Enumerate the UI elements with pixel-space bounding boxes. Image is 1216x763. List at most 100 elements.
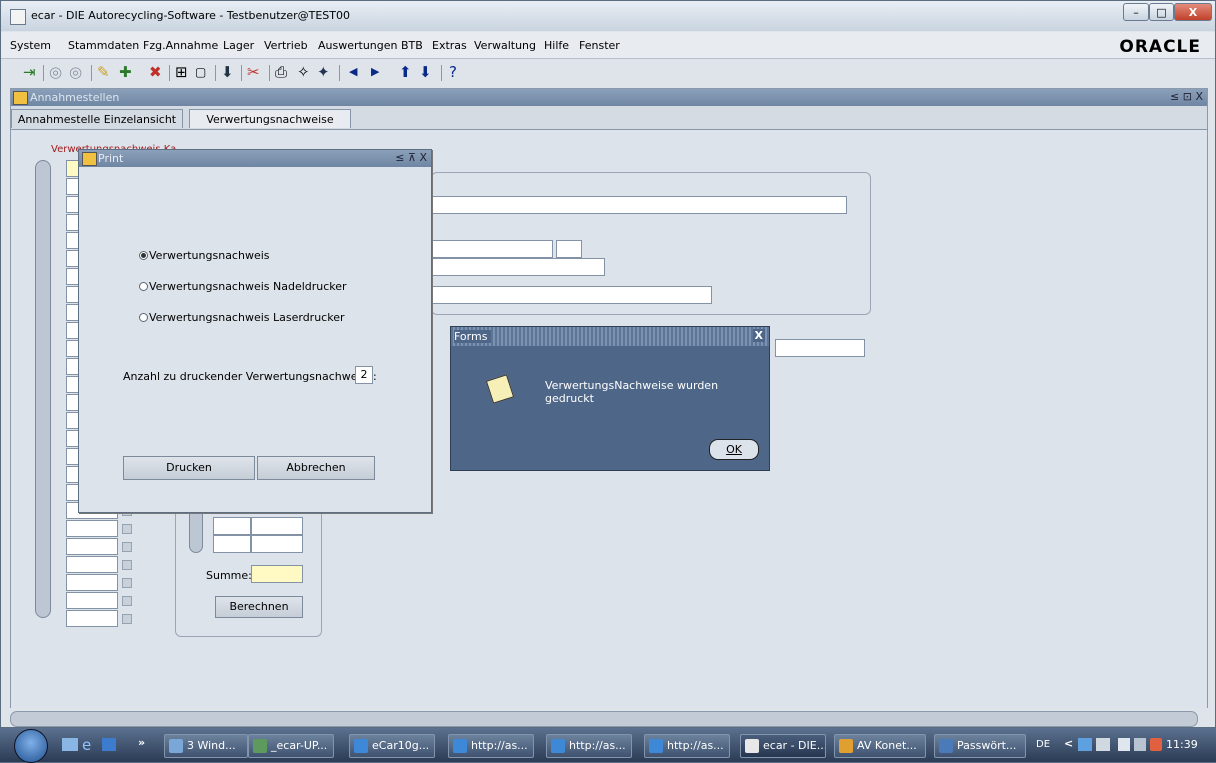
taskbar-ecar10g[interactable]: eCar10g... [349, 734, 435, 758]
language-indicator[interactable]: DE [1036, 739, 1050, 750]
forms-title-bar[interactable]: Forms X [451, 327, 769, 346]
down-icon[interactable]: ⬇ [419, 63, 432, 81]
maximize-button[interactable]: □ [1149, 3, 1174, 21]
taskbar-av-konet[interactable]: AV Konet... [834, 734, 926, 758]
radio-verwertungsnachweis[interactable] [139, 251, 148, 260]
grid-row-checkbox[interactable] [122, 596, 132, 606]
block-icon[interactable]: ▢ [195, 63, 206, 81]
menu-system[interactable]: System [10, 39, 51, 52]
grid-row-field[interactable] [66, 592, 118, 609]
forms-close-icon[interactable]: X [752, 329, 765, 342]
menu-fzg-annahme[interactable]: Fzg.Annahme [143, 39, 218, 52]
grid-row-field[interactable] [66, 610, 118, 627]
print-title-bar[interactable]: Print ≤ ⊼ X [79, 150, 431, 167]
grid-row-checkbox[interactable] [122, 560, 132, 570]
horizontal-scrollbar[interactable] [10, 711, 1198, 727]
abbrechen-button[interactable]: Abbrechen [257, 456, 375, 480]
volume-icon[interactable] [1150, 738, 1162, 751]
quicklaunch-chevron[interactable]: » [138, 736, 145, 749]
circle-forward-icon[interactable]: ◎ [69, 63, 82, 81]
summe-row-2-a[interactable] [213, 535, 251, 553]
child-window-controls[interactable]: ≤ ⊡ X [1170, 90, 1203, 103]
menu-hilfe[interactable]: Hilfe [544, 39, 569, 52]
pencil-icon[interactable]: ✎ [97, 63, 110, 81]
download-icon[interactable]: ⬇ [221, 63, 234, 81]
menu-btb[interactable]: BTB [401, 39, 423, 52]
taskbar-passwoert[interactable]: Passwört... [934, 734, 1026, 758]
tab-annahmestelle-einzelansicht[interactable]: Annahmestelle Einzelansicht [11, 109, 183, 128]
summe-row-1-a[interactable] [213, 517, 251, 535]
taskbar-ecar-up[interactable]: _ecar-UP... [248, 734, 334, 758]
up-icon[interactable]: ⬆ [399, 63, 412, 81]
insert-record-icon[interactable]: ✚ [119, 63, 132, 81]
display-icon[interactable] [1134, 738, 1146, 751]
clock[interactable]: 11:39 [1166, 738, 1198, 751]
summe-row-2-b[interactable] [251, 535, 303, 553]
grid-row-checkbox[interactable] [122, 524, 132, 534]
count-input[interactable]: 2 [355, 366, 373, 384]
grid-row-field[interactable] [66, 538, 118, 555]
taskbar-ecar-die[interactable]: ecar - DIE... [740, 734, 826, 758]
next-icon[interactable]: ▶ [371, 63, 379, 81]
radio-nadeldrucker[interactable] [139, 282, 148, 291]
menu-verwaltung[interactable]: Verwaltung [474, 39, 536, 52]
minimize-button[interactable]: – [1123, 3, 1149, 21]
menu-vertrieb[interactable]: Vertrieb [264, 39, 308, 52]
note-icon [485, 374, 515, 404]
menu-fenster[interactable]: Fenster [579, 39, 620, 52]
detail-field-4[interactable] [431, 258, 605, 276]
title-bar[interactable]: ecar - DIE Autorecycling-Software - Test… [1, 1, 1215, 31]
grid-row-field[interactable] [66, 556, 118, 573]
child-title-bar[interactable]: Annahmestellen ≤ ⊡ X [11, 89, 1207, 106]
summe-label: Summe: [206, 569, 252, 582]
grid-scrollbar[interactable] [35, 160, 51, 618]
clear-icon[interactable]: ⊞ [175, 63, 188, 81]
menu-stammdaten[interactable]: Stammdaten [68, 39, 139, 52]
start-button[interactable] [14, 729, 48, 763]
close-button[interactable]: X [1174, 3, 1212, 21]
detail-field-5[interactable] [431, 286, 712, 304]
ok-button[interactable]: OK [709, 439, 759, 460]
taskbar: e » 3 Wind... _ecar-UP... eCar10g... htt… [0, 728, 1216, 763]
prev-icon[interactable]: ◀ [349, 63, 357, 81]
tab-verwertungsnachweise[interactable]: Verwertungsnachweise [189, 109, 351, 128]
detail-field-2[interactable] [431, 240, 553, 258]
radio-label-laserdrucker: Verwertungsnachweis Laserdrucker [149, 311, 345, 324]
tray-app-icon[interactable] [1078, 738, 1092, 751]
menu-extras[interactable]: Extras [432, 39, 467, 52]
berechnen-button[interactable]: Berechnen [215, 596, 303, 618]
print-icon[interactable]: ⎙ [275, 63, 287, 81]
taskbar-http-3[interactable]: http://as... [644, 734, 730, 758]
network-icon[interactable] [1118, 738, 1130, 751]
ie-quicklaunch-icon[interactable]: e [82, 736, 91, 754]
summe-row-1-b[interactable] [251, 517, 303, 535]
detail-field-6[interactable] [775, 339, 865, 357]
menu-lager[interactable]: Lager [223, 39, 254, 52]
window-switcher-icon[interactable] [102, 738, 116, 751]
circle-back-icon[interactable]: ◎ [49, 63, 62, 81]
grid-row-checkbox[interactable] [122, 578, 132, 588]
query-icon[interactable]: ✧ [297, 63, 310, 81]
print-dialog-controls[interactable]: ≤ ⊼ X [395, 151, 427, 164]
edit-icon[interactable]: ✂ [247, 63, 260, 81]
grid-row-checkbox[interactable] [122, 614, 132, 624]
delete-record-icon[interactable]: ✖ [149, 63, 162, 81]
grid-row-field[interactable] [66, 520, 118, 537]
help-icon[interactable]: ? [449, 63, 457, 81]
menu-auswertungen[interactable]: Auswertungen [318, 39, 398, 52]
exit-icon[interactable]: ⇥ [23, 63, 36, 81]
taskbar-http-1[interactable]: http://as... [448, 734, 534, 758]
radio-laserdrucker[interactable] [139, 313, 148, 322]
tray-status-icon[interactable] [1096, 738, 1110, 751]
show-desktop-icon[interactable] [62, 738, 78, 751]
tray-expand-icon[interactable]: < [1064, 737, 1073, 750]
detail-field-3[interactable] [556, 240, 582, 258]
summe-field[interactable] [251, 565, 303, 583]
taskbar-windows-group[interactable]: 3 Wind... [164, 734, 248, 758]
grid-row-checkbox[interactable] [122, 542, 132, 552]
taskbar-http-2[interactable]: http://as... [546, 734, 632, 758]
query-run-icon[interactable]: ✦ [317, 63, 330, 81]
detail-field-1[interactable] [431, 196, 847, 214]
drucken-button[interactable]: Drucken [123, 456, 255, 480]
grid-row-field[interactable] [66, 574, 118, 591]
